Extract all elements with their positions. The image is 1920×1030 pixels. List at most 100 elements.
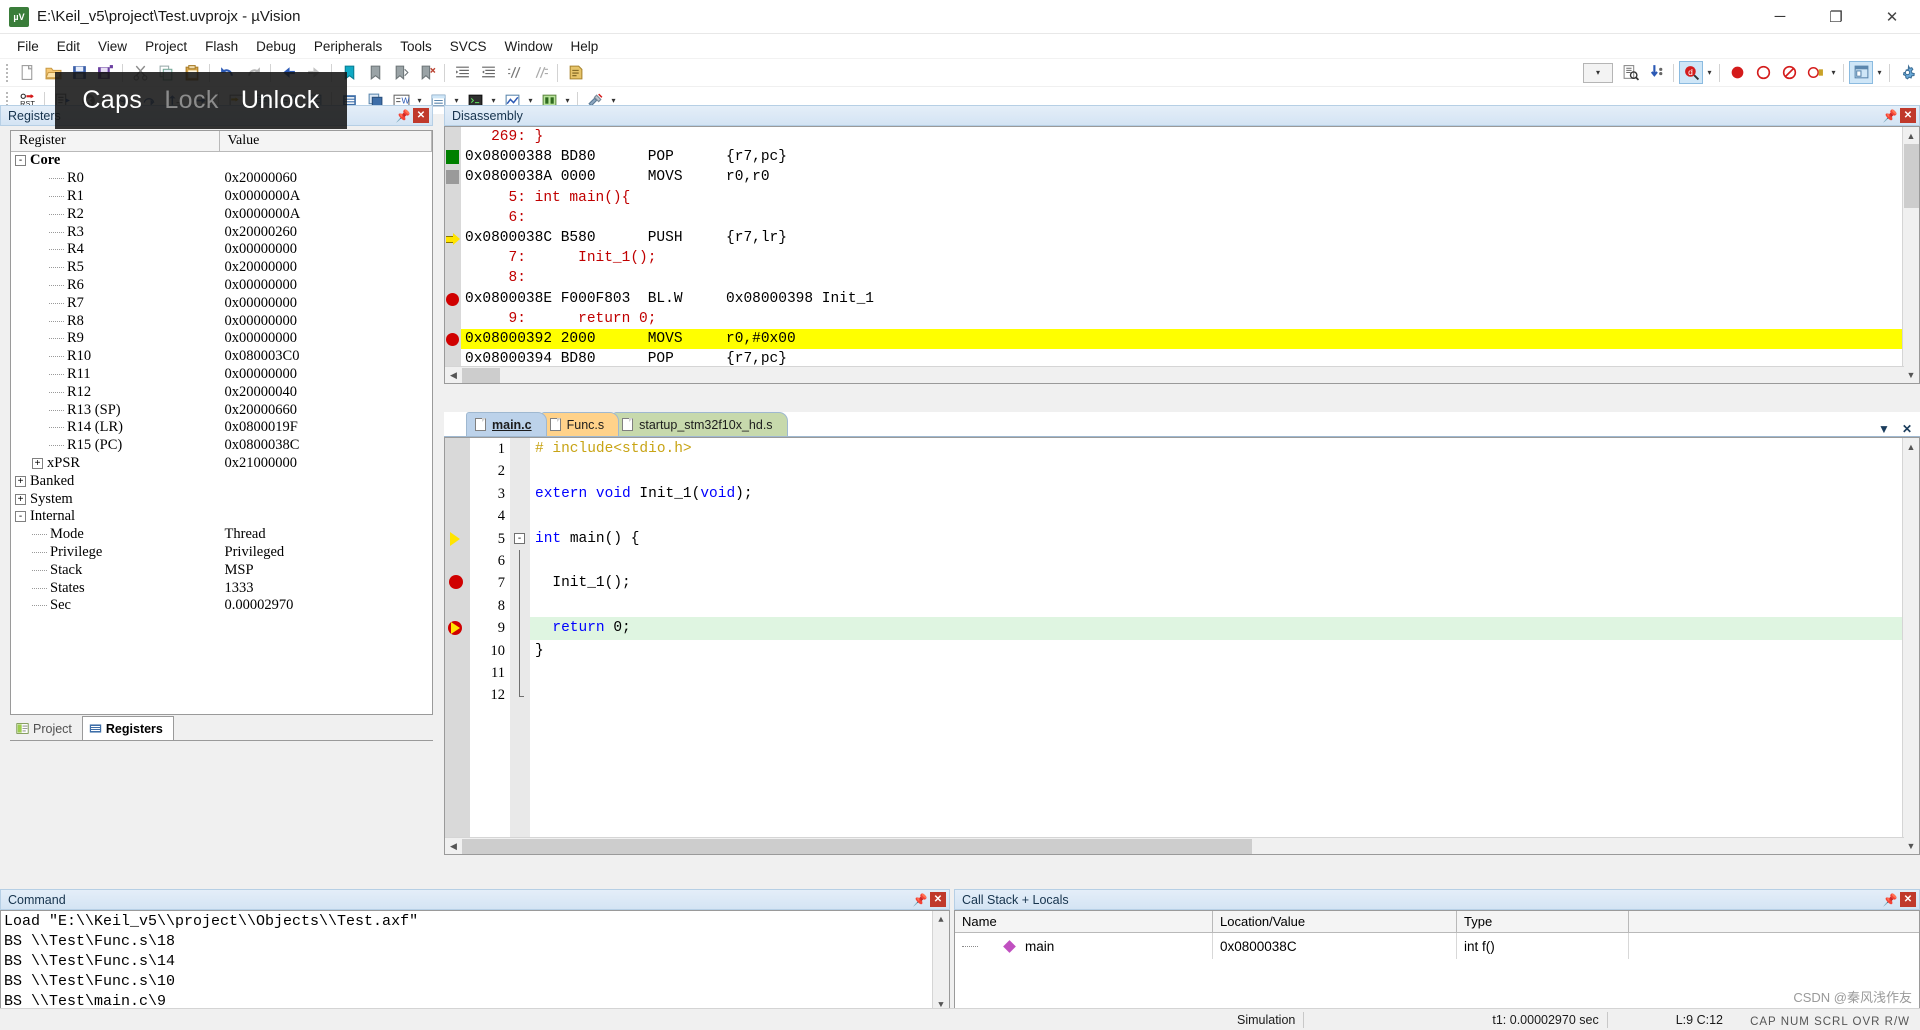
- window-layout-button[interactable]: [1849, 61, 1873, 84]
- disassembly-body[interactable]: 269: } 0x08000388 BD80 POP {r7,pc} 0x08000…: [444, 126, 1920, 384]
- expand-toggle-icon[interactable]: +: [15, 475, 26, 487]
- scroll-left-icon[interactable]: ◀: [445, 838, 462, 855]
- find-in-files-button[interactable]: [1618, 61, 1642, 84]
- disassembly-source-line[interactable]: 8:: [461, 268, 1919, 288]
- disable-all-breakpoints-button[interactable]: [1803, 61, 1827, 84]
- register-row[interactable]: + System: [11, 490, 432, 508]
- register-row[interactable]: R3 0x20000260: [11, 223, 432, 241]
- register-row[interactable]: Privilege Privileged: [11, 544, 432, 562]
- register-row[interactable]: R0 0x20000060: [11, 170, 432, 188]
- register-row[interactable]: R2 0x0000000A: [11, 205, 432, 223]
- scroll-down-icon[interactable]: ▼: [1903, 837, 1920, 854]
- register-row[interactable]: R4 0x00000000: [11, 241, 432, 259]
- editor-breakpoint-gutter[interactable]: [445, 438, 470, 854]
- chevron-down-icon[interactable]: ▼: [1878, 422, 1890, 436]
- editor-code-line[interactable]: extern void Init_1(void);: [530, 483, 1919, 505]
- close-button[interactable]: ✕: [1864, 0, 1920, 34]
- close-icon[interactable]: ✕: [413, 108, 429, 123]
- register-row[interactable]: Mode Thread: [11, 526, 432, 544]
- disassembly-source-line[interactable]: 9: return 0;: [461, 309, 1919, 329]
- register-row[interactable]: R1 0x0000000A: [11, 188, 432, 206]
- new-file-button[interactable]: [15, 61, 39, 84]
- toolbar-grip[interactable]: [6, 63, 9, 82]
- breakpoint-icon[interactable]: [449, 575, 463, 590]
- editor-body[interactable]: 1 2 3 4 5 6 7 8 9 10 11 12 - # include<stdio.h> ext…: [444, 437, 1920, 855]
- code-coverage-unexecuted-marker[interactable]: [446, 167, 460, 187]
- editor-code-line[interactable]: }: [530, 640, 1919, 662]
- outdent-button[interactable]: [476, 61, 500, 84]
- menu-project[interactable]: Project: [136, 36, 196, 57]
- menu-tools[interactable]: Tools: [391, 36, 441, 57]
- options-for-target-button[interactable]: [1895, 61, 1919, 84]
- editor-code-line[interactable]: [530, 460, 1919, 482]
- disassembly-code-area[interactable]: 269: } 0x08000388 BD80 POP {r7,pc} 0x08000…: [461, 127, 1919, 383]
- register-row[interactable]: R5 0x20000000: [11, 259, 432, 277]
- debug-dropdown-caret[interactable]: ▾: [1704, 61, 1715, 84]
- bookmark-clear-button[interactable]: [415, 61, 439, 84]
- register-row[interactable]: + xPSR 0x21000000: [11, 455, 432, 473]
- editor-code-line[interactable]: # include<stdio.h>: [530, 438, 1919, 460]
- disassembly-instruction-line[interactable]: 0x0800038C B580 PUSH {r7,lr}: [461, 228, 1919, 248]
- target-selector-combo[interactable]: ▾: [1583, 62, 1613, 83]
- disassembly-instruction-line[interactable]: 0x08000388 BD80 POP {r7,pc}: [461, 147, 1919, 167]
- tab-main-c[interactable]: main.c: [466, 412, 547, 436]
- menu-file[interactable]: File: [8, 36, 48, 57]
- registers-tree[interactable]: Register Value - Core R0 0x20000060 R1 0x0000…: [10, 130, 433, 715]
- disassembly-source-line[interactable]: 269: }: [461, 127, 1919, 147]
- collapse-toggle-icon[interactable]: -: [15, 511, 26, 523]
- hscroll-thumb[interactable]: [462, 838, 1252, 854]
- disassembly-instruction-line[interactable]: 0x08000392 2000 MOVS r0,#0x00: [461, 328, 1904, 350]
- close-icon[interactable]: ✕: [930, 892, 946, 907]
- close-icon[interactable]: ✕: [1902, 422, 1912, 436]
- editor-code-line[interactable]: Init_1();: [530, 572, 1919, 594]
- breakpoint-icon[interactable]: [446, 329, 460, 349]
- expand-toggle-icon[interactable]: +: [15, 493, 26, 505]
- register-row[interactable]: R11 0x00000000: [11, 366, 432, 384]
- editor-code-line[interactable]: [530, 505, 1919, 527]
- register-row[interactable]: R15 (PC) 0x0800038C: [11, 437, 432, 455]
- indent-button[interactable]: [450, 61, 474, 84]
- insert-bookmark-button[interactable]: [1644, 61, 1668, 84]
- register-row[interactable]: R12 0x20000040: [11, 383, 432, 401]
- breakpoints-dropdown-caret[interactable]: ▾: [1828, 61, 1839, 84]
- collapse-toggle-icon[interactable]: -: [15, 155, 26, 167]
- tab-func-s[interactable]: Func.s: [540, 412, 620, 436]
- register-row[interactable]: + Banked: [11, 472, 432, 490]
- disassembly-source-line[interactable]: 7: Init_1();: [461, 248, 1919, 268]
- register-row[interactable]: R10 0x080003C0: [11, 348, 432, 366]
- breakpoint-with-pc-arrow-icon[interactable]: [448, 620, 464, 636]
- pin-icon[interactable]: 📌: [1882, 107, 1898, 124]
- menu-flash[interactable]: Flash: [196, 36, 247, 57]
- register-row[interactable]: - Internal: [11, 508, 432, 526]
- expand-toggle-icon[interactable]: +: [32, 457, 43, 469]
- scroll-up-icon[interactable]: ▲: [933, 911, 950, 928]
- code-coverage-executed-marker[interactable]: [446, 147, 460, 167]
- configuration-wizard-button[interactable]: [563, 61, 587, 84]
- scroll-up-icon[interactable]: ▲: [1903, 127, 1920, 144]
- register-row[interactable]: R7 0x00000000: [11, 294, 432, 312]
- sidebar-item-registers[interactable]: Registers: [81, 716, 174, 740]
- editor-fold-margin[interactable]: -: [510, 438, 530, 854]
- fold-collapse-icon[interactable]: -: [514, 532, 525, 544]
- tab-startup-stm32f10x-hd-s[interactable]: startup_stm32f10x_hd.s: [613, 412, 788, 436]
- editor-code-area[interactable]: # include<stdio.h> extern void Init_1(vo…: [530, 438, 1919, 854]
- editor-vscrollbar[interactable]: ▲ ▼: [1902, 438, 1919, 854]
- register-row[interactable]: Stack MSP: [11, 561, 432, 579]
- bookmark-arrow-icon[interactable]: [448, 531, 463, 547]
- table-row[interactable]: main 0x0800038C int f(): [955, 933, 1919, 959]
- disassembly-vscrollbar[interactable]: ▲ ▼: [1902, 127, 1919, 383]
- scroll-down-icon[interactable]: ▼: [1903, 366, 1920, 383]
- pin-icon[interactable]: 📌: [912, 891, 928, 908]
- disassembly-instruction-line[interactable]: 0x0800038E F000F803 BL.W 0x08000398 Init…: [461, 289, 1919, 309]
- register-row[interactable]: - Core: [11, 152, 432, 170]
- menu-edit[interactable]: Edit: [48, 36, 89, 57]
- disassembly-breakpoint-gutter[interactable]: [445, 127, 461, 383]
- scroll-up-icon[interactable]: ▲: [1903, 438, 1920, 455]
- minimize-button[interactable]: ─: [1752, 0, 1808, 34]
- menu-help[interactable]: Help: [562, 36, 608, 57]
- close-icon[interactable]: ✕: [1900, 108, 1916, 123]
- bookmark-next-button[interactable]: [389, 61, 413, 84]
- editor-code-line[interactable]: return 0;: [530, 617, 1910, 640]
- disassembly-source-line[interactable]: 5: int main(){: [461, 188, 1919, 208]
- sidebar-item-project[interactable]: Project: [10, 717, 82, 740]
